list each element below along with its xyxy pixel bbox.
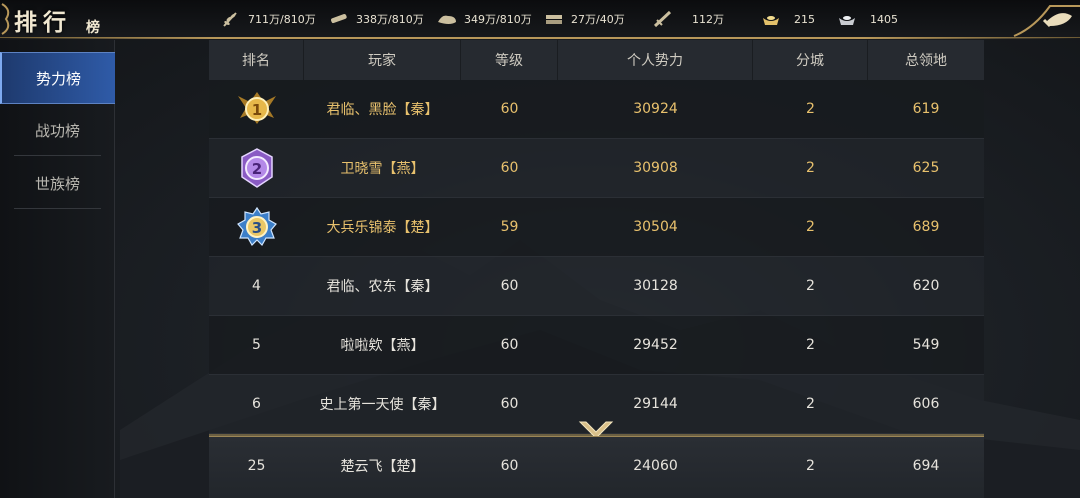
power-cell: 30924 (633, 101, 678, 117)
player-name: 君临、农东【秦】 (326, 279, 439, 295)
medal-rank-text: 2 (251, 160, 261, 178)
power-cell: 30128 (633, 278, 678, 294)
resource-value: 215 (794, 12, 815, 26)
resource-silver: 1405 (836, 9, 898, 29)
power-cell: 30504 (633, 219, 678, 235)
tab-power-ranking[interactable]: 势力榜 (0, 52, 115, 104)
branch-city-cell: 2 (806, 160, 815, 176)
ranking-category-sidebar: 势力榜 战功榜 世族榜 (0, 40, 115, 498)
player-name: 卫晓雪【燕】 (340, 161, 425, 177)
resource-value: 711万/810万 (248, 13, 316, 26)
tab-label: 战功榜 (34, 121, 80, 140)
sword-icon (653, 10, 672, 28)
page-title: 排行 (14, 9, 72, 36)
resource-stone: 349万/810万 (436, 9, 532, 29)
resource-wood: 338万/810万 (328, 9, 424, 29)
table-row[interactable]: 4 君临、农东【秦】 60 30128 2 620 (209, 257, 984, 316)
branch-city-cell: 2 (806, 458, 815, 474)
tab-clan-ranking[interactable]: 世族榜 (0, 157, 115, 209)
gold-ingot-icon (763, 16, 779, 25)
rank-cell: 25 (247, 458, 266, 474)
resource-gold: 215 (760, 9, 815, 29)
stone-icon (438, 15, 456, 24)
level-cell: 60 (500, 160, 519, 176)
silver-ingot-icon (839, 16, 855, 25)
medal-rank-text: 3 (251, 219, 261, 237)
title-ornament-icon (1, 3, 10, 35)
resource-value: 349万/810万 (464, 13, 532, 26)
table-row[interactable]: 3 大兵乐锦泰【楚】 59 30504 2 689 (209, 198, 984, 257)
column-header-player: 玩家 (304, 40, 461, 80)
medal-rank-text: 1 (251, 101, 261, 119)
my-rank-row[interactable]: 25 楚云飞【楚】 60 24060 2 694 (209, 436, 984, 498)
player-name: 君临、黑脸【秦】 (326, 102, 439, 118)
column-header-power: 个人势力 (558, 40, 753, 80)
column-header-rank: 排名 (209, 40, 304, 80)
resource-value: 112万 (692, 13, 724, 26)
level-cell: 60 (500, 337, 519, 353)
territory-cell: 689 (912, 219, 940, 235)
branch-city-cell: 2 (806, 101, 815, 117)
player-name: 楚云飞【楚】 (340, 459, 425, 475)
table-row[interactable]: 1 君临、黑脸【秦】 60 30924 2 619 (209, 80, 984, 139)
top-bar: 排行 榜 711万/810万 338万/810万 349万/810万 27万/4… (0, 0, 1080, 39)
resource-grain: 711万/810万 (220, 9, 316, 29)
table-row[interactable]: 5 啦啦欸【燕】 60 29452 2 549 (209, 316, 984, 375)
blue-medal-icon: 3 (236, 206, 277, 246)
table-row[interactable]: 2 卫晓雪【燕】 60 30908 2 625 (209, 139, 984, 198)
level-cell: 59 (500, 219, 519, 235)
level-cell: 60 (500, 101, 519, 117)
tab-divider (14, 208, 101, 209)
wood-icon (331, 14, 347, 24)
power-cell: 30908 (633, 160, 678, 176)
resource-troops: 112万 (652, 9, 724, 29)
branch-city-cell: 2 (806, 337, 815, 353)
rank-cell: 3 (209, 198, 304, 256)
branch-city-cell: 2 (806, 278, 815, 294)
rank-cell: 2 (209, 139, 304, 197)
header-divider (0, 37, 1080, 39)
territory-cell: 619 (912, 101, 940, 117)
column-header-territory: 总领地 (905, 53, 947, 69)
iron-icon (546, 15, 562, 24)
branch-city-cell: 2 (806, 219, 815, 235)
rank-cell: 5 (252, 337, 261, 353)
tab-label: 势力榜 (35, 69, 81, 88)
rank-cell: 4 (252, 278, 261, 294)
power-cell: 29452 (633, 337, 678, 353)
back-button[interactable] (1010, 0, 1080, 38)
column-header-branch-city: 分城 (753, 40, 868, 80)
page-title-suffix: 榜 (86, 20, 100, 36)
rank-cell: 1 (209, 80, 304, 138)
level-cell: 60 (500, 278, 519, 294)
power-cell: 24060 (633, 458, 678, 474)
player-name: 大兵乐锦泰【楚】 (326, 220, 439, 236)
territory-cell: 625 (912, 160, 940, 176)
resource-iron: 27万/40万 (543, 9, 625, 29)
player-name: 啦啦欸【燕】 (340, 338, 425, 354)
gold-medal-icon: 1 (237, 92, 276, 124)
territory-cell: 694 (912, 458, 940, 474)
territory-cell: 620 (912, 278, 940, 294)
level-cell: 60 (500, 458, 519, 474)
resource-value: 338万/810万 (356, 13, 424, 26)
purple-medal-icon: 2 (240, 148, 273, 188)
table-header: 排名 玩家 等级 个人势力 分城 总领地 (209, 40, 984, 80)
grain-icon (223, 12, 237, 27)
territory-cell: 549 (912, 337, 940, 353)
tab-merit-ranking[interactable]: 战功榜 (0, 104, 115, 156)
resource-value: 27万/40万 (571, 13, 625, 26)
resource-value: 1405 (870, 12, 898, 26)
column-header-level: 等级 (461, 40, 558, 80)
tab-divider (14, 155, 101, 156)
tab-label: 世族榜 (34, 174, 80, 193)
